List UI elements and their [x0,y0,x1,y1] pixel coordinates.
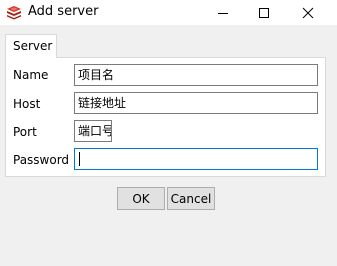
close-icon [302,7,314,19]
port-label: Port [13,125,37,139]
name-field[interactable]: 项目名 [74,64,318,86]
text-caret [79,152,80,166]
tab-server[interactable]: Server [5,34,57,58]
window-title: Add server [28,4,99,19]
close-button[interactable] [290,0,326,25]
ok-button[interactable]: OK [117,187,165,210]
minimize-button[interactable] [205,0,241,25]
password-label: Password [13,153,70,167]
minimize-icon [217,7,229,19]
host-label: Host [13,97,41,111]
title-bar[interactable]: Add server [0,0,337,25]
port-field[interactable]: 端口号 [74,120,112,142]
host-field[interactable]: 链接地址 [74,92,318,114]
maximize-icon [258,7,270,19]
redis-cube-icon [6,4,22,20]
cancel-button[interactable]: Cancel [167,187,215,210]
name-label: Name [13,68,49,82]
maximize-button[interactable] [246,0,282,25]
password-field[interactable] [74,148,318,170]
